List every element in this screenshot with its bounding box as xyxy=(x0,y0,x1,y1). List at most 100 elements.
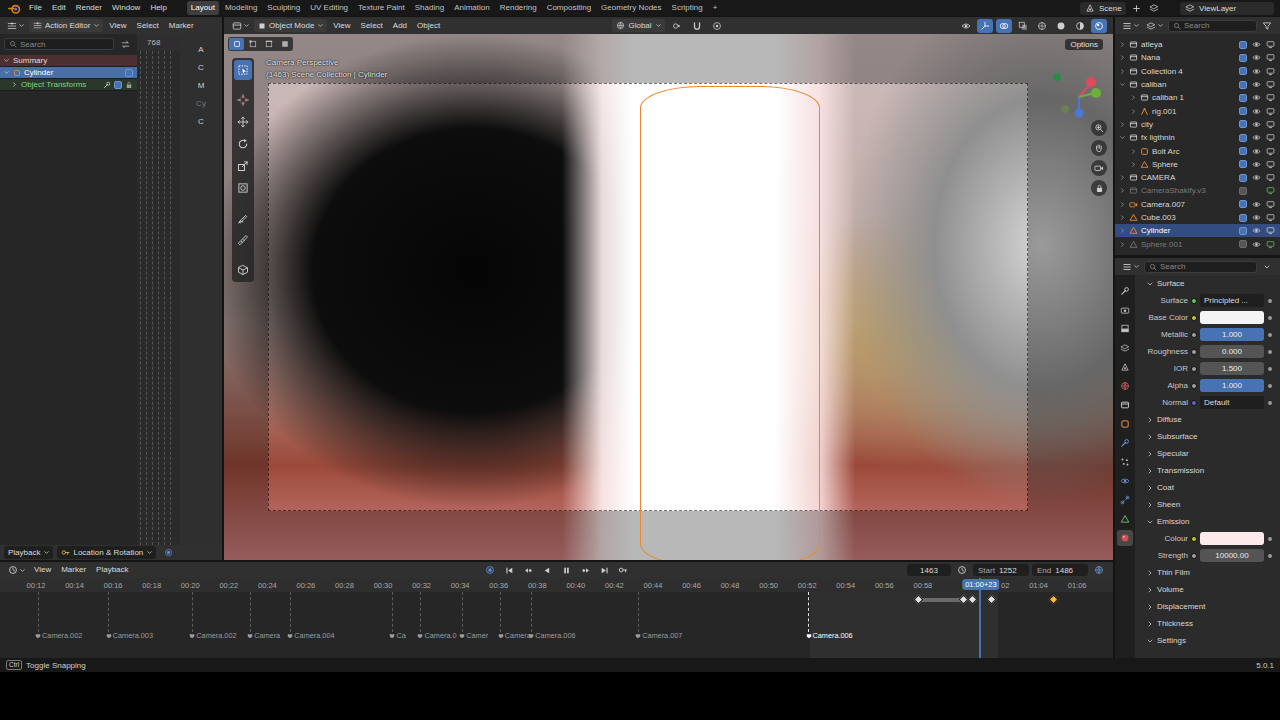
eye-icon[interactable] xyxy=(1252,160,1261,169)
exclude-checkbox[interactable] xyxy=(1239,174,1247,182)
marker[interactable]: Camera.007 xyxy=(635,631,682,640)
snap-button[interactable] xyxy=(689,19,705,33)
new-scene-button[interactable] xyxy=(1128,1,1144,15)
marker[interactable]: Camera xyxy=(247,631,280,640)
channel-row[interactable]: Cylinder xyxy=(0,67,137,79)
playback-dropdown[interactable]: Playback xyxy=(4,546,53,559)
menu-item[interactable]: View xyxy=(30,563,55,577)
monitor-icon[interactable] xyxy=(1266,40,1275,49)
properties-options-button[interactable] xyxy=(1259,260,1275,274)
outliner-search-field[interactable]: Search xyxy=(1168,20,1257,32)
panel-header[interactable]: Surface xyxy=(1135,275,1276,292)
properties-tab[interactable] xyxy=(1117,397,1133,413)
exclude-checkbox[interactable] xyxy=(1239,107,1247,115)
gizmo-toggle[interactable] xyxy=(977,19,993,33)
exclude-checkbox[interactable] xyxy=(1239,200,1247,208)
marker[interactable]: Camera.006 xyxy=(806,631,853,640)
monitor-icon[interactable] xyxy=(1266,213,1275,222)
menu-item[interactable]: Object xyxy=(413,19,444,33)
collapsed-icon[interactable] xyxy=(1119,201,1126,208)
tool-button[interactable] xyxy=(234,90,252,110)
eye-icon[interactable] xyxy=(1252,67,1261,76)
eye-icon[interactable] xyxy=(1252,107,1261,116)
panel-header[interactable]: Volume xyxy=(1135,581,1276,598)
exclude-checkbox[interactable] xyxy=(1239,120,1247,128)
collapsed-icon[interactable] xyxy=(1130,148,1137,155)
wrench-icon[interactable] xyxy=(103,81,111,89)
workspace-tab[interactable]: Rendering xyxy=(496,1,541,15)
workspace-tab[interactable]: Shading xyxy=(411,1,448,15)
expanded-icon[interactable] xyxy=(3,57,10,64)
camera-view-button[interactable] xyxy=(1091,160,1107,176)
monitor-icon[interactable] xyxy=(1266,80,1275,89)
properties-tab[interactable] xyxy=(1117,530,1133,546)
select-intersect-button[interactable] xyxy=(277,38,292,50)
workspace-tab[interactable]: Modeling xyxy=(221,1,261,15)
outliner-row[interactable]: CameraShakify.v3 xyxy=(1115,184,1280,197)
preview-range-button[interactable] xyxy=(954,563,970,577)
expanded-icon[interactable] xyxy=(3,69,10,76)
keyframe-decorator-icon[interactable] xyxy=(1268,299,1272,303)
exclude-checkbox[interactable] xyxy=(1239,147,1247,155)
monitor-icon[interactable] xyxy=(1266,173,1275,182)
socket-icon[interactable] xyxy=(1191,383,1197,389)
link-field[interactable]: Default xyxy=(1200,396,1264,409)
lock-icon[interactable] xyxy=(125,81,133,89)
marker[interactable]: Camer xyxy=(459,631,488,640)
panel-header[interactable]: Settings xyxy=(1135,632,1276,649)
select-subtract-button[interactable] xyxy=(261,38,276,50)
menu-item[interactable]: File xyxy=(25,1,46,15)
panel-header[interactable]: Displacement xyxy=(1135,598,1276,615)
tool-button[interactable] xyxy=(234,208,252,228)
workspace-tab[interactable]: Compositing xyxy=(543,1,595,15)
panel-header[interactable]: Transmission xyxy=(1135,462,1276,479)
jump-start-button[interactable] xyxy=(501,563,517,577)
slider-field[interactable]: 1.000 xyxy=(1200,328,1264,341)
collapsed-icon[interactable] xyxy=(1119,174,1126,181)
auto-keying-button[interactable] xyxy=(482,563,498,577)
eye-icon[interactable] xyxy=(1252,226,1261,235)
start-frame-field[interactable]: Start1252 xyxy=(973,564,1029,576)
keying-set-dropdown[interactable]: Location & Rotation xyxy=(57,546,156,559)
exclude-checkbox[interactable] xyxy=(1239,54,1247,62)
outliner-row[interactable]: caliban 1 xyxy=(1115,91,1280,104)
collapsed-icon[interactable] xyxy=(11,81,18,88)
outliner-row[interactable]: atleya xyxy=(1115,38,1280,51)
end-frame-field[interactable]: End1486 xyxy=(1032,564,1088,576)
sidebar-tab[interactable]: A xyxy=(192,44,210,55)
pivot-button[interactable] xyxy=(669,19,685,33)
playhead[interactable] xyxy=(979,578,981,658)
menu-item[interactable]: Edit xyxy=(48,1,70,15)
select-new-button[interactable] xyxy=(229,38,244,50)
visibility-button[interactable] xyxy=(958,19,974,33)
socket-icon[interactable] xyxy=(1191,315,1197,321)
properties-tab[interactable] xyxy=(1117,435,1133,451)
slider-field[interactable]: 1.000 xyxy=(1200,379,1264,392)
keyframe-decorator-icon[interactable] xyxy=(1268,316,1272,320)
properties-tab[interactable] xyxy=(1117,283,1133,299)
selected-object-outline[interactable] xyxy=(640,86,820,560)
workspace-tab[interactable]: Animation xyxy=(450,1,494,15)
outliner-row[interactable]: Camera.007 xyxy=(1115,198,1280,211)
editor-type-button[interactable] xyxy=(1120,260,1142,274)
editor-type-button[interactable] xyxy=(6,563,28,577)
marker[interactable]: Camera.004 xyxy=(287,631,334,640)
material-shading[interactable] xyxy=(1072,19,1088,33)
monitor-icon[interactable] xyxy=(1266,93,1275,102)
eye-icon[interactable] xyxy=(1252,200,1261,209)
monitor-icon[interactable] xyxy=(1266,200,1275,209)
eye-icon[interactable] xyxy=(1252,120,1261,129)
eye-icon[interactable] xyxy=(1252,80,1261,89)
collapsed-icon[interactable] xyxy=(1119,41,1126,48)
expanded-icon[interactable] xyxy=(1119,81,1126,88)
add-workspace-button[interactable]: + xyxy=(709,1,722,15)
channel-row[interactable]: Object Transforms xyxy=(0,79,137,91)
channel-toggle[interactable] xyxy=(114,81,122,89)
outliner-row[interactable]: caliban xyxy=(1115,78,1280,91)
outliner-row[interactable]: fx ligthnin xyxy=(1115,131,1280,144)
workspace-tab[interactable]: UV Editing xyxy=(306,1,352,15)
keyframe-decorator-icon[interactable] xyxy=(1268,350,1272,354)
proportional-button[interactable] xyxy=(709,19,725,33)
exclude-checkbox[interactable] xyxy=(1239,81,1247,89)
eye-icon[interactable] xyxy=(1252,173,1261,182)
